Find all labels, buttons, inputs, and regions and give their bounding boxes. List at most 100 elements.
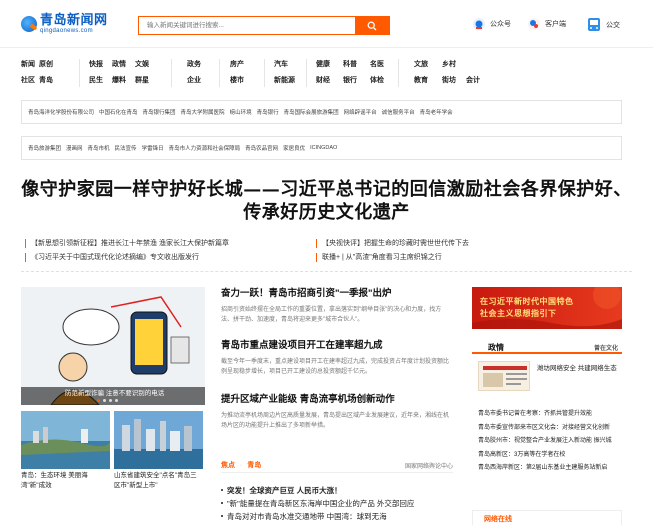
right-news-list: 青岛市委书记曾在考察：齐抓共管提升效能 青岛市委宣传部来市区文化会：对接经营文化… xyxy=(478,408,618,476)
story-title[interactable]: 青岛市重点建设项目开工在建率超九成 xyxy=(221,340,453,352)
divider xyxy=(21,271,632,272)
app-link[interactable]: 客户端 xyxy=(527,17,566,31)
online-section: 网络在线 xyxy=(472,510,622,525)
section-image[interactable] xyxy=(478,361,530,391)
sub-news-link[interactable]: 《习近平关于中国式现代化论述摘编》专文收出版发行 xyxy=(25,251,229,265)
nav-item[interactable]: 原创 xyxy=(39,57,57,73)
nav-item[interactable]: 楼市 xyxy=(230,73,248,89)
sub-news-link[interactable]: 【央视快评】把握生命的珍藏时需世世代传下去 xyxy=(316,237,469,251)
thumb-caption[interactable]: 山东省建筑安全"点名"青岛三区市"新型上市" xyxy=(114,471,203,491)
nav-item[interactable]: 会计 xyxy=(466,73,484,89)
nav-item[interactable]: 政情 xyxy=(112,57,135,73)
nav-item[interactable]: 快报 xyxy=(89,57,112,73)
nav-item[interactable]: 教育 xyxy=(414,73,442,89)
nav-item[interactable]: 房产 xyxy=(230,57,248,73)
partner-link[interactable]: 民法宣传 xyxy=(115,144,137,152)
focus-source[interactable]: 国家网络舆论中心 xyxy=(405,461,453,470)
nav-item[interactable]: 街坊 xyxy=(442,73,466,89)
site-header: 青岛新闻网 qingdaonews.com 公众号 客户端 公交 xyxy=(0,0,653,48)
list-item[interactable]: "新"能量提在青岛新区东海岸中国企业的产品 外交部回应 xyxy=(221,497,453,510)
sub-news-left: 【新思想引领新征程】推进长江十年禁渔 渔家长江大保护新篇章 《习近平关于中国式现… xyxy=(25,237,229,265)
nav-item[interactable]: 新能源 xyxy=(274,73,304,89)
thumb-caption[interactable]: 青岛：生态环境 美丽海湾"新"成效 xyxy=(21,471,110,491)
slide-dot[interactable] xyxy=(115,399,118,402)
nav-item[interactable]: 乡村 xyxy=(442,57,460,73)
nav-divider xyxy=(398,59,399,87)
nav-item[interactable]: 名医 xyxy=(370,57,388,73)
list-item[interactable]: 青岛市委宣传部来市区文化会：对接经营文化创新 xyxy=(478,422,618,436)
story-desc: 截至今年一季度末，重点建设项目开工在建率超过九成，完成投资占年度计划投资额比例呈… xyxy=(221,359,450,375)
nav-item[interactable]: 民生 xyxy=(89,73,112,89)
nav-divider xyxy=(79,59,80,87)
partner-link[interactable]: 青岛老年学会 xyxy=(420,108,453,116)
partner-link[interactable]: 学雷锋日 xyxy=(142,144,164,152)
nav-item[interactable]: 企业 xyxy=(187,73,205,89)
tab-qingdao[interactable]: 青岛 xyxy=(247,462,261,469)
slideshow[interactable]: 防范新型诈骗 注意不要识别的电话 xyxy=(21,287,205,405)
nav-item[interactable]: 政务 xyxy=(187,57,205,73)
wechat-link[interactable]: 公众号 xyxy=(472,17,511,31)
partner-link[interactable]: 家居良优 xyxy=(283,144,305,152)
thumb-image[interactable] xyxy=(21,411,110,469)
list-item[interactable]: 青岛西海岸新区：第2届山东基业主建服务站新启 xyxy=(478,462,618,476)
partner-link[interactable]: 青岛海洋化学股份有限公司 xyxy=(28,108,94,116)
app-label: 客户端 xyxy=(545,21,566,28)
search-bar xyxy=(138,16,390,35)
list-item[interactable]: 突发！全球资产巨豆 人民币大涨！ xyxy=(221,484,453,497)
search-button[interactable] xyxy=(355,17,389,34)
promo-banner[interactable]: 在习近平新时代中国特色 社会主义思想指引下 xyxy=(472,287,622,329)
list-item[interactable]: 青岛高新区：3万高等在学者在校 xyxy=(478,449,618,463)
nav-item[interactable]: 财经 xyxy=(316,73,343,89)
partner-link[interactable]: ICINGDAO xyxy=(310,145,337,151)
slide-dot[interactable] xyxy=(109,399,112,402)
nav-item[interactable]: 银行 xyxy=(343,73,370,89)
partner-link[interactable]: 中国石化在青岛 xyxy=(99,108,138,116)
slide-dot[interactable] xyxy=(97,399,100,402)
partner-link[interactable]: 漫画网 xyxy=(66,144,83,152)
partner-link[interactable]: 诚信服务平台 xyxy=(382,108,415,116)
partner-link[interactable]: 青岛国际会展旅游集团 xyxy=(284,108,339,116)
nav-item[interactable]: 青岛 xyxy=(39,73,57,89)
list-item[interactable]: 青岛市委书记曾在考察：齐抓共管提升效能 xyxy=(478,408,618,422)
nav-item[interactable]: 文娱 xyxy=(135,57,153,73)
partner-link[interactable]: 青岛大学附属医院 xyxy=(181,108,225,116)
partner-link[interactable]: 青岛农品官网 xyxy=(245,144,278,152)
partner-link[interactable]: 青岛旅游集团 xyxy=(28,144,61,152)
bus-link[interactable]: 公交 xyxy=(586,17,620,33)
section-headline[interactable]: 潍坊网络安全 共建网络生态 xyxy=(537,363,617,374)
city-photo xyxy=(114,411,203,469)
story-title[interactable]: 奋力一跃！青岛市招商引资"一季报"出炉 xyxy=(221,288,453,300)
list-item[interactable]: 青岛对对市青岛水准交通地带 中国湾：球到无海 xyxy=(221,510,453,523)
slide-dots xyxy=(97,399,118,402)
wechat-icon xyxy=(472,17,486,31)
nav-item[interactable]: 爆料 xyxy=(112,73,135,89)
nav-item[interactable]: 汽车 xyxy=(274,57,292,73)
sub-news-link[interactable]: 【新思想引领新征程】推进长江十年禁渔 渔家长江大保护新篇章 xyxy=(25,237,229,251)
section-more[interactable]: 曾在文化 xyxy=(594,343,618,352)
list-item[interactable]: 青岛胶州市：视觉整合产业发展注入新动能 振兴城 xyxy=(478,435,618,449)
tab-focus[interactable]: 焦点 xyxy=(221,462,235,469)
nav-item[interactable]: 体检 xyxy=(370,73,388,89)
nav-item[interactable]: 健康 xyxy=(316,57,343,73)
thumb-image[interactable] xyxy=(114,411,203,469)
nav-item[interactable]: 社区 xyxy=(21,73,39,89)
online-title[interactable]: 网络在线 xyxy=(481,513,515,525)
nav-item[interactable]: 群星 xyxy=(135,73,153,89)
focus-list: 突发！全球资产巨豆 人民币大涨！ "新"能量提在青岛新区东海岸中国企业的产品 外… xyxy=(221,484,453,523)
partner-link[interactable]: 青岛市机 xyxy=(88,144,110,152)
search-input[interactable] xyxy=(139,17,355,34)
slide-dot[interactable] xyxy=(103,399,106,402)
sub-news-link[interactable]: 联播+ | 从"高渣"角度看习主席织锦之行 xyxy=(316,251,469,265)
nav-item[interactable]: 新闻 xyxy=(21,57,39,73)
partner-link[interactable]: 网络辟谣平台 xyxy=(344,108,377,116)
site-logo[interactable]: 青岛新闻网 qingdaonews.com xyxy=(21,13,108,34)
story-title[interactable]: 提升区域产业能级 青岛流亭机场创新动作 xyxy=(221,394,453,406)
partner-link[interactable]: 青岛银行 xyxy=(257,108,279,116)
partner-link[interactable]: 青岛市人力资源和社会保障局 xyxy=(169,144,241,152)
nav-item[interactable]: 科普 xyxy=(343,57,370,73)
top-headline[interactable]: 像守护家园一样守护好长城——习近平总书记的回信激励社会各界保护好、传承好历史文化… xyxy=(21,178,632,224)
partner-link[interactable]: 崂山环境 xyxy=(230,108,252,116)
partner-link[interactable]: 青岛银行集团 xyxy=(143,108,176,116)
section-title[interactable]: 政情 xyxy=(488,342,504,353)
nav-item[interactable]: 文旅 xyxy=(414,57,442,73)
